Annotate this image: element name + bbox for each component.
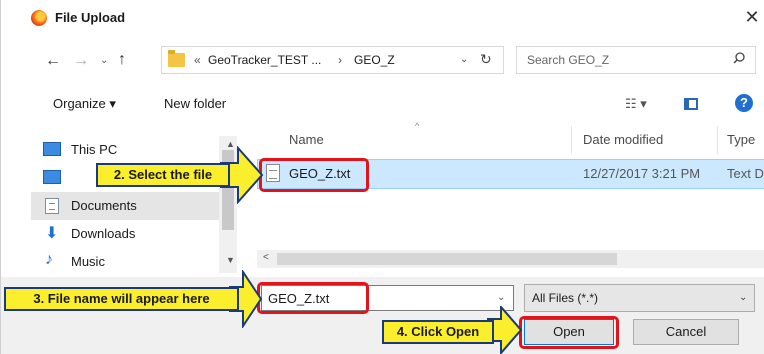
desktop-icon (43, 170, 61, 184)
cancel-button[interactable]: Cancel (633, 319, 739, 345)
file-highlight-box (259, 158, 369, 192)
address-bar[interactable]: « GeoTracker_TEST ... › GEO_Z ⌄ ↻ (161, 46, 504, 74)
file-name-dropdown-icon[interactable]: ⌄ (497, 292, 505, 303)
open-highlight-box (519, 316, 619, 349)
scroll-left-icon[interactable]: < (263, 252, 269, 263)
refresh-icon[interactable]: ↻ (480, 51, 492, 68)
file-date-cell: 12/27/2017 3:21 PM (583, 166, 701, 181)
change-view-icon[interactable]: ☷ ▾ (625, 96, 647, 112)
navigation-pane: This PC Documents ⬇ Downloads ♪ Music (1, 122, 238, 277)
up-arrow-icon[interactable]: ↑ (118, 51, 126, 69)
file-type-select[interactable]: All Files (*.*) (524, 284, 755, 312)
pc-icon (43, 142, 61, 156)
column-header-type[interactable]: Type (727, 132, 755, 147)
sidebar-item-music[interactable]: ♪ Music (31, 248, 231, 276)
address-dropdown-icon[interactable]: ⌄ (460, 54, 468, 65)
sidebar-item-label: This PC (71, 142, 118, 157)
search-placeholder: Search GEO_Z (527, 53, 610, 67)
filename-highlight-box (257, 282, 369, 314)
scroll-down-icon[interactable]: ▼ (226, 255, 235, 265)
horizontal-scroll-thumb[interactable] (277, 253, 617, 265)
breadcrumb-overflow[interactable]: « (194, 53, 201, 67)
callout-step-2: 2. Select the file (96, 163, 230, 187)
help-icon[interactable]: ? (735, 94, 753, 112)
search-input[interactable]: Search GEO_Z (516, 46, 756, 74)
column-header-name[interactable]: Name (289, 132, 324, 147)
sidebar-item-downloads[interactable]: ⬇ Downloads (31, 220, 231, 248)
preview-pane-icon[interactable] (684, 98, 698, 110)
new-folder-button[interactable]: New folder (164, 96, 226, 111)
sidebar-item-label: Music (71, 254, 105, 269)
callout-step-3: 3. File name will appear here (4, 287, 239, 311)
file-type-dropdown-icon[interactable]: ⌄ (739, 292, 747, 303)
sidebar-item-documents[interactable]: Documents (31, 192, 231, 220)
breadcrumb-separator-icon[interactable]: › (338, 53, 342, 67)
forward-arrow-icon[interactable]: → (73, 52, 89, 70)
breadcrumb-geo-z[interactable]: GEO_Z (354, 53, 395, 67)
title-bar: File Upload ✕ (1, 0, 764, 34)
breadcrumb-geotracker-test[interactable]: GeoTracker_TEST ... (208, 53, 321, 67)
back-arrow-icon[interactable]: ← (45, 52, 61, 70)
sidebar-item-label: Downloads (71, 226, 136, 241)
documents-icon (45, 198, 59, 214)
file-type-cell: Text D (727, 166, 764, 181)
search-icon (733, 52, 745, 64)
firefox-icon (31, 10, 47, 26)
close-button[interactable]: ✕ (741, 6, 763, 28)
downloads-icon: ⬇ (45, 225, 59, 242)
column-divider[interactable] (571, 126, 572, 154)
music-icon: ♪ (45, 251, 53, 268)
organize-menu[interactable]: Organize ▾ (53, 96, 116, 112)
dialog-title: File Upload (55, 10, 126, 25)
folder-icon (168, 50, 185, 67)
column-divider[interactable] (717, 126, 718, 154)
sort-ascending-icon: ^ (415, 121, 420, 131)
sidebar-item-this-pc[interactable]: This PC (31, 136, 231, 164)
column-header-date-modified[interactable]: Date modified (583, 132, 663, 147)
recent-locations-chevron-icon[interactable]: ⌄ (100, 55, 108, 66)
file-upload-dialog: File Upload ✕ ← → ⌄ ↑ « GeoTracker_TEST … (0, 0, 764, 354)
sidebar-item-label: Documents (71, 198, 137, 213)
callout-step-4: 4. Click Open (382, 320, 494, 344)
